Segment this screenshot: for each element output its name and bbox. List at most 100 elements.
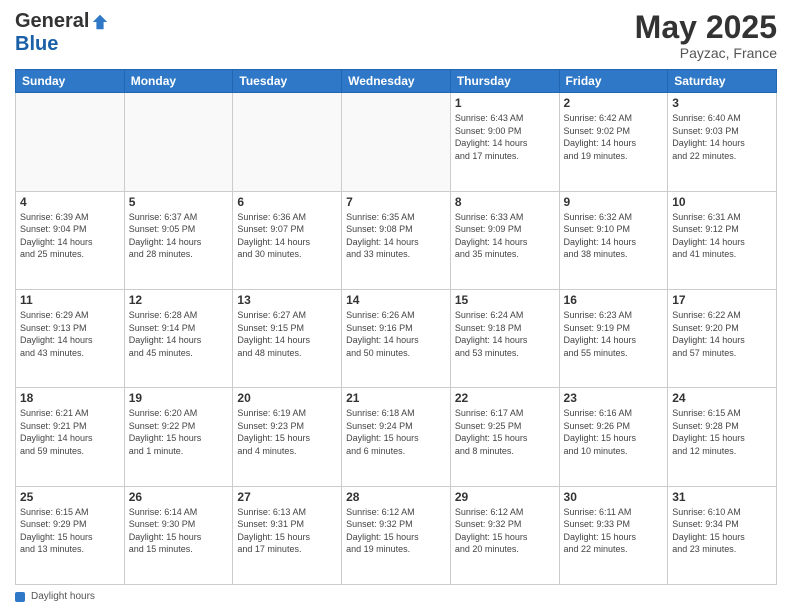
calendar-cell: 1Sunrise: 6:43 AM Sunset: 9:00 PM Daylig…	[450, 93, 559, 191]
calendar-table: SundayMondayTuesdayWednesdayThursdayFrid…	[15, 69, 777, 585]
day-info: Sunrise: 6:16 AM Sunset: 9:26 PM Dayligh…	[564, 407, 664, 457]
weekday-header-thursday: Thursday	[450, 70, 559, 93]
day-number: 17	[672, 293, 772, 307]
calendar-cell: 2Sunrise: 6:42 AM Sunset: 9:02 PM Daylig…	[559, 93, 668, 191]
calendar-cell	[16, 93, 125, 191]
day-number: 19	[129, 391, 229, 405]
day-info: Sunrise: 6:21 AM Sunset: 9:21 PM Dayligh…	[20, 407, 120, 457]
day-info: Sunrise: 6:12 AM Sunset: 9:32 PM Dayligh…	[455, 506, 555, 556]
daylight-label: Daylight hours	[31, 591, 95, 602]
day-number: 3	[672, 96, 772, 110]
logo-general-text: General	[15, 10, 89, 33]
calendar-cell: 21 Sunrise: 6:18 AM Sunset: 9:24 PM Dayli…	[342, 388, 451, 486]
day-info: Sunrise: 6:13 AM Sunset: 9:31 PM Dayligh…	[237, 506, 337, 556]
day-info: Sunrise: 6:40 AM Sunset: 9:03 PM Dayligh…	[672, 112, 772, 162]
day-info: Sunrise: 6:11 AM Sunset: 9:33 PM Dayligh…	[564, 506, 664, 556]
day-number: 7	[346, 195, 446, 209]
weekday-header-saturday: Saturday	[668, 70, 777, 93]
day-info: Sunrise: 6:14 AM Sunset: 9:30 PM Dayligh…	[129, 506, 229, 556]
day-info: Sunrise: 6:15 AM Sunset: 9:29 PM Dayligh…	[20, 506, 120, 556]
calendar-cell	[124, 93, 233, 191]
day-number: 9	[564, 195, 664, 209]
day-number: 4	[20, 195, 120, 209]
week-row-4: 18 Sunrise: 6:21 AM Sunset: 9:21 PM Dayli…	[16, 388, 777, 486]
calendar-cell: 27Sunrise: 6:13 AM Sunset: 9:31 PM Dayli…	[233, 486, 342, 584]
day-info: Sunrise: 6:12 AM Sunset: 9:32 PM Dayligh…	[346, 506, 446, 556]
day-number: 29	[455, 490, 555, 504]
day-info: Sunrise: 6:35 AM Sunset: 9:08 PM Dayligh…	[346, 211, 446, 261]
day-info: Sunrise: 6:43 AM Sunset: 9:00 PM Dayligh…	[455, 112, 555, 162]
title-section: May 2025 Payzac, France	[635, 10, 777, 61]
day-info: Sunrise: 6:33 AM Sunset: 9:09 PM Dayligh…	[455, 211, 555, 261]
day-number: 22	[455, 391, 555, 405]
daylight-dot	[15, 592, 25, 602]
day-info: Sunrise: 6:31 AM Sunset: 9:12 PM Dayligh…	[672, 211, 772, 261]
day-info: Sunrise: 6:28 AM Sunset: 9:14 PM Dayligh…	[129, 309, 229, 359]
day-info: Sunrise: 6:15 AM Sunset: 9:28 PM Dayligh…	[672, 407, 772, 457]
day-info: Sunrise: 6:24 AM Sunset: 9:18 PM Dayligh…	[455, 309, 555, 359]
calendar-cell: 12 Sunrise: 6:28 AM Sunset: 9:14 PM Dayli…	[124, 289, 233, 387]
day-info: Sunrise: 6:32 AM Sunset: 9:10 PM Dayligh…	[564, 211, 664, 261]
logo-blue-text: Blue	[15, 33, 58, 56]
day-number: 13	[237, 293, 337, 307]
day-number: 31	[672, 490, 772, 504]
weekday-header-row: SundayMondayTuesdayWednesdayThursdayFrid…	[16, 70, 777, 93]
calendar-cell: 29 Sunrise: 6:12 AM Sunset: 9:32 PM Dayli…	[450, 486, 559, 584]
week-row-2: 4 Sunrise: 6:39 AM Sunset: 9:04 PM Daylig…	[16, 191, 777, 289]
page: General Blue May 2025 Payzac, France Sun…	[0, 0, 792, 612]
day-info: Sunrise: 6:29 AM Sunset: 9:13 PM Dayligh…	[20, 309, 120, 359]
day-number: 6	[237, 195, 337, 209]
calendar-cell: 23 Sunrise: 6:16 AM Sunset: 9:26 PM Dayli…	[559, 388, 668, 486]
calendar-cell: 10 Sunrise: 6:31 AM Sunset: 9:12 PM Dayli…	[668, 191, 777, 289]
day-number: 28	[346, 490, 446, 504]
day-number: 11	[20, 293, 120, 307]
day-info: Sunrise: 6:17 AM Sunset: 9:25 PM Dayligh…	[455, 407, 555, 457]
day-info: Sunrise: 6:18 AM Sunset: 9:24 PM Dayligh…	[346, 407, 446, 457]
calendar-cell: 3 Sunrise: 6:40 AM Sunset: 9:03 PM Daylig…	[668, 93, 777, 191]
calendar-cell	[342, 93, 451, 191]
calendar-cell: 26 Sunrise: 6:14 AM Sunset: 9:30 PM Dayli…	[124, 486, 233, 584]
calendar-cell: 20Sunrise: 6:19 AM Sunset: 9:23 PM Dayli…	[233, 388, 342, 486]
day-info: Sunrise: 6:39 AM Sunset: 9:04 PM Dayligh…	[20, 211, 120, 261]
calendar-cell: 25Sunrise: 6:15 AM Sunset: 9:29 PM Dayli…	[16, 486, 125, 584]
day-info: Sunrise: 6:37 AM Sunset: 9:05 PM Dayligh…	[129, 211, 229, 261]
header: General Blue May 2025 Payzac, France	[15, 10, 777, 61]
day-number: 15	[455, 293, 555, 307]
day-info: Sunrise: 6:27 AM Sunset: 9:15 PM Dayligh…	[237, 309, 337, 359]
calendar-cell: 4 Sunrise: 6:39 AM Sunset: 9:04 PM Daylig…	[16, 191, 125, 289]
day-info: Sunrise: 6:23 AM Sunset: 9:19 PM Dayligh…	[564, 309, 664, 359]
calendar-cell: 5Sunrise: 6:37 AM Sunset: 9:05 PM Daylig…	[124, 191, 233, 289]
calendar-cell: 24 Sunrise: 6:15 AM Sunset: 9:28 PM Dayli…	[668, 388, 777, 486]
day-number: 24	[672, 391, 772, 405]
calendar-cell: 6 Sunrise: 6:36 AM Sunset: 9:07 PM Daylig…	[233, 191, 342, 289]
day-number: 16	[564, 293, 664, 307]
calendar-cell: 16 Sunrise: 6:23 AM Sunset: 9:19 PM Dayli…	[559, 289, 668, 387]
day-number: 8	[455, 195, 555, 209]
calendar-cell: 17 Sunrise: 6:22 AM Sunset: 9:20 PM Dayli…	[668, 289, 777, 387]
calendar-cell: 15 Sunrise: 6:24 AM Sunset: 9:18 PM Dayli…	[450, 289, 559, 387]
calendar-cell: 28 Sunrise: 6:12 AM Sunset: 9:32 PM Dayli…	[342, 486, 451, 584]
calendar-cell: 14 Sunrise: 6:26 AM Sunset: 9:16 PM Dayli…	[342, 289, 451, 387]
day-number: 12	[129, 293, 229, 307]
week-row-5: 25Sunrise: 6:15 AM Sunset: 9:29 PM Dayli…	[16, 486, 777, 584]
day-info: Sunrise: 6:36 AM Sunset: 9:07 PM Dayligh…	[237, 211, 337, 261]
day-info: Sunrise: 6:26 AM Sunset: 9:16 PM Dayligh…	[346, 309, 446, 359]
calendar-cell: 19Sunrise: 6:20 AM Sunset: 9:22 PM Dayli…	[124, 388, 233, 486]
week-row-3: 11 Sunrise: 6:29 AM Sunset: 9:13 PM Dayli…	[16, 289, 777, 387]
weekday-header-wednesday: Wednesday	[342, 70, 451, 93]
footer: Daylight hours	[15, 591, 777, 602]
calendar-cell: 31Sunrise: 6:10 AM Sunset: 9:34 PM Dayli…	[668, 486, 777, 584]
calendar-cell	[233, 93, 342, 191]
day-number: 18	[20, 391, 120, 405]
day-number: 23	[564, 391, 664, 405]
day-number: 30	[564, 490, 664, 504]
calendar-cell: 18 Sunrise: 6:21 AM Sunset: 9:21 PM Dayli…	[16, 388, 125, 486]
day-number: 21	[346, 391, 446, 405]
week-row-1: 1Sunrise: 6:43 AM Sunset: 9:00 PM Daylig…	[16, 93, 777, 191]
day-number: 26	[129, 490, 229, 504]
day-number: 14	[346, 293, 446, 307]
day-number: 10	[672, 195, 772, 209]
logo-icon	[91, 13, 109, 31]
day-info: Sunrise: 6:22 AM Sunset: 9:20 PM Dayligh…	[672, 309, 772, 359]
calendar-cell: 8 Sunrise: 6:33 AM Sunset: 9:09 PM Daylig…	[450, 191, 559, 289]
